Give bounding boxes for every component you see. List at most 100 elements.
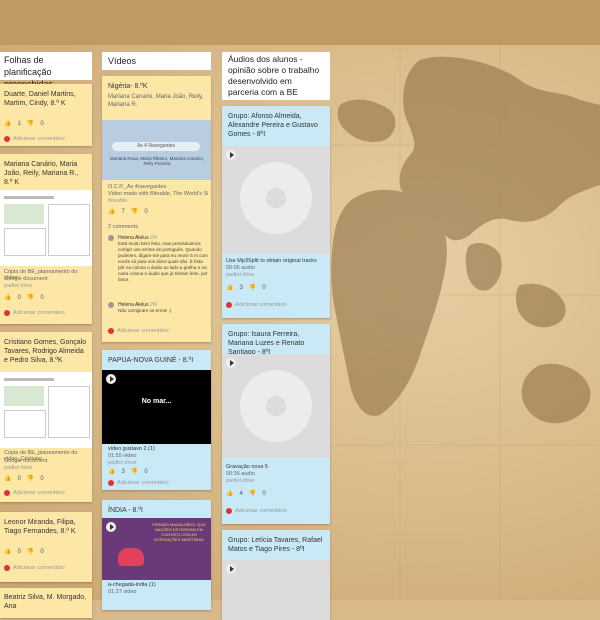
avatar-icon: [226, 508, 232, 514]
video-caption: No mar...: [141, 398, 172, 405]
post-title: Grupo: Afonso Almeida, Alexandre Pereira…: [228, 113, 318, 138]
cartoon-character-icon: [118, 548, 144, 566]
thumbs-up-icon[interactable]: 👍: [226, 284, 233, 291]
post-title: PAPUA-NOVA GUINÉ - 8.ºI: [108, 357, 194, 364]
thumbs-down-icon[interactable]: 👎: [131, 468, 138, 475]
post-card[interactable]: ÍNDIA - 8.ºI FERNÃO MAGALHÃES: QUE NAÇÕE…: [102, 500, 211, 610]
reactions[interactable]: 👍 3 👎 0: [108, 468, 148, 476]
thumb-names: Mariana Rosa, Maria Ribeiro, Mariana Can…: [109, 156, 205, 166]
thumbs-up-icon[interactable]: 👍: [4, 120, 11, 127]
post-card[interactable]: Mariana Canário, Maria João, Reily, Mari…: [0, 154, 92, 324]
post-card[interactable]: Duarte, Daniel Martins, Martim, Cindy, 8…: [0, 84, 92, 146]
audio-player[interactable]: [222, 560, 330, 620]
thumbs-up-icon[interactable]: 👍: [226, 490, 233, 497]
add-comment[interactable]: Adicionar comentário: [226, 302, 287, 308]
reactions[interactable]: 👍 1 👎 0: [4, 120, 44, 128]
file-desc: Video made with Biteable, The World's Si…: [108, 191, 208, 197]
play-icon[interactable]: [106, 374, 116, 384]
post-card[interactable]: Nigéria- 8.ºK Mariana Canário, Maria Joã…: [102, 76, 211, 342]
thumbs-up-icon[interactable]: 👍: [4, 548, 11, 555]
file-name: Gravação nova 5: [226, 464, 268, 470]
avatar-icon: [226, 302, 232, 308]
thumbs-down-icon[interactable]: 👎: [27, 548, 34, 555]
post-card[interactable]: Leonor Miranda, Filipa, Tiago Fernandes,…: [0, 512, 92, 582]
avatar-icon: [108, 480, 114, 486]
post-title: Grupo: Isaura Ferreira, Mariana Luzes e …: [228, 331, 305, 356]
avatar: [108, 235, 114, 241]
play-icon[interactable]: [226, 564, 236, 574]
post-card[interactable]: Grupo: Isaura Ferreira, Mariana Luzes e …: [222, 324, 330, 524]
post-card[interactable]: Grupo: Letícia Tavares, Rafael Matos e T…: [222, 530, 330, 620]
comment-text: Está muito bem feito, mas precisávamos c…: [118, 241, 208, 282]
play-icon[interactable]: [226, 150, 236, 160]
video-caption: FERNÃO MAGALHÃES: QUE NAÇÕES ESTIVERAM E…: [152, 522, 206, 542]
reactions[interactable]: 👍 3 👎 0: [226, 284, 266, 292]
post-title: Mariana Canário, Maria João, Reily, Mari…: [4, 161, 79, 186]
play-icon[interactable]: [226, 358, 236, 368]
file-duration: 01:27 video: [108, 589, 137, 595]
reactions[interactable]: 👍 4 👎 0: [226, 490, 266, 498]
audio-player[interactable]: [222, 354, 330, 458]
thumbs-up-icon[interactable]: 👍: [4, 475, 11, 482]
comment-text: Não corrigiram os erros! :(: [118, 308, 172, 313]
add-comment[interactable]: Adicionar comentário: [108, 328, 169, 334]
file-name: a-chegada-india (1): [108, 582, 156, 588]
play-icon[interactable]: [106, 522, 116, 532]
file-duration: 00:36 audio: [226, 471, 255, 477]
thumbs-down-icon[interactable]: 👎: [131, 208, 138, 215]
file-source: padlet drive: [4, 283, 33, 289]
reactions[interactable]: 👍 7 👎 0: [108, 208, 148, 216]
comment-2: Helena Alelus 2M Não corrigiram os erros…: [108, 302, 208, 314]
thumbs-down-icon[interactable]: 👎: [27, 294, 34, 301]
audio-player[interactable]: [222, 146, 330, 254]
reactions[interactable]: 👍 0 👎 0: [4, 294, 44, 302]
post-card[interactable]: Grupo: Afonso Almeida, Alexandre Pereira…: [222, 106, 330, 318]
post-card[interactable]: Beatriz Silva, M. Morgado, Ana: [0, 588, 92, 618]
audio-disc-icon: [240, 370, 312, 442]
post-title: Nigéria- 8.ºK: [108, 83, 148, 90]
avatar-icon: [4, 310, 10, 316]
thumbs-up-icon[interactable]: 👍: [108, 468, 115, 475]
avatar-icon: [4, 565, 10, 571]
audio-disc-icon: [240, 162, 312, 234]
file-source: padlet drive: [4, 465, 33, 471]
comments-count[interactable]: 2 comments: [108, 224, 138, 230]
add-comment[interactable]: Adicionar comentário: [4, 490, 65, 496]
file-name: video gustavo 2 (1): [108, 446, 155, 452]
post-title: Beatriz Silva, M. Morgado, Ana: [4, 594, 87, 610]
reactions[interactable]: 👍 0 👎 0: [4, 475, 44, 483]
thumbs-down-icon[interactable]: 👎: [27, 475, 34, 482]
reactions[interactable]: 👍 0 👎 0: [4, 548, 44, 556]
video-player[interactable]: No mar...: [102, 370, 211, 444]
thumbs-down-icon[interactable]: 👎: [249, 284, 256, 291]
file-source: biteable: [108, 198, 128, 204]
thumbs-down-icon[interactable]: 👎: [249, 490, 256, 497]
add-comment[interactable]: Adicionar comentário: [4, 136, 65, 142]
thumbs-down-icon[interactable]: 👎: [27, 120, 34, 127]
file-name: O.C.P._As 4navegantes: [108, 184, 167, 190]
post-title: Cristiano Gomes, Gonçalo Tavares, Rodrig…: [4, 339, 87, 364]
column-header-planificacao[interactable]: Folhas de planificação preenchidas: [0, 52, 92, 89]
thumbs-up-icon[interactable]: 👍: [108, 208, 115, 215]
column-header-videos[interactable]: Vídeos: [102, 52, 211, 70]
top-bar: [0, 0, 600, 45]
add-comment[interactable]: Adicionar comentário: [226, 508, 287, 514]
post-title: Grupo: Letícia Tavares, Rafael Matos e T…: [228, 537, 323, 553]
post-card[interactable]: PAPUA-NOVA GUINÉ - 8.ºI No mar... video …: [102, 350, 211, 490]
add-comment[interactable]: Adicionar comentário: [108, 480, 169, 486]
post-authors: Mariana Canário, Maria João, Reily, Mari…: [108, 94, 204, 108]
file-source: padlet drive: [226, 272, 255, 278]
video-player[interactable]: FERNÃO MAGALHÃES: QUE NAÇÕES ESTIVERAM E…: [102, 518, 211, 580]
add-comment[interactable]: Adicionar comentário: [4, 565, 65, 571]
document-thumbnail[interactable]: [0, 372, 92, 448]
file-kind: Google document: [4, 458, 48, 464]
file-name: Use Mp3Split to obtain original tracks: [226, 258, 317, 264]
post-title: ÍNDIA - 8.ºI: [108, 507, 143, 514]
avatar-icon: [4, 136, 10, 142]
add-comment[interactable]: Adicionar comentário: [4, 310, 65, 316]
video-thumbnail[interactable]: As 4 Navegantes Mariana Rosa, Maria Ribe…: [102, 120, 211, 180]
post-card[interactable]: Cristiano Gomes, Gonçalo Tavares, Rodrig…: [0, 332, 92, 502]
document-thumbnail[interactable]: [0, 190, 92, 266]
column-header-audios[interactable]: Áudios dos alunos - opinião sobre o trab…: [222, 52, 330, 100]
thumbs-up-icon[interactable]: 👍: [4, 294, 11, 301]
